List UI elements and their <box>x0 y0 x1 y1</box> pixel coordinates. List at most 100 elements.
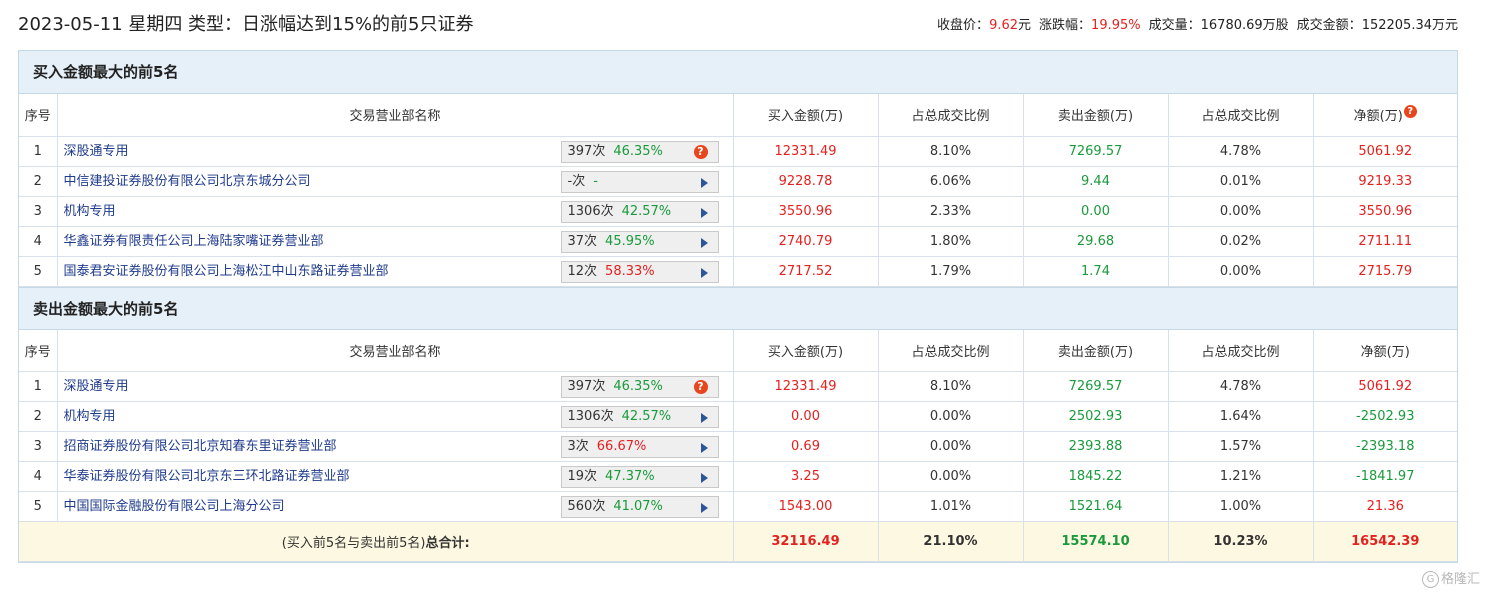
help-icon[interactable]: ? <box>1403 105 1417 119</box>
branch-stats-dropdown[interactable]: 397次 46.35%? <box>560 376 719 398</box>
sell-ratio: 1.00% <box>1167 491 1314 522</box>
branch-name-link[interactable]: 深股通专用 <box>64 375 129 394</box>
sell-ratio: 1.21% <box>1167 461 1314 492</box>
sell-amount: 1521.64 <box>1022 491 1169 522</box>
branch-cell: 招商证券股份有限公司北京知春东里证券营业部 3次 66.67% <box>56 431 734 462</box>
branch-name-link[interactable]: 中国国际金融股份有限公司上海分公司 <box>64 495 285 514</box>
expand-arrow-icon[interactable] <box>700 503 708 513</box>
col-branch-name: 交易营业部名称 <box>56 94 734 137</box>
branch-stats-dropdown[interactable]: 3次 66.67% <box>560 436 719 458</box>
help-icon[interactable]: ? <box>693 144 708 159</box>
buy-amount: 12331.49 <box>732 135 879 167</box>
win-rate: 45.95% <box>605 233 655 249</box>
branch-name-link[interactable]: 中信建投证券股份有限公司北京东城分公司 <box>64 170 311 189</box>
table-row: 5 中国国际金融股份有限公司上海分公司 560次 41.07% 1543.00 1.01%… <box>19 491 1457 522</box>
change-value: 19.95% <box>1091 18 1141 33</box>
buy-amount: 9228.78 <box>732 165 879 197</box>
stock-stats: 收盘价：9.62元 涨跌幅：19.95% 成交量：16780.69万股 成交金额：15… <box>937 14 1458 33</box>
branch-name-link[interactable]: 招商证券股份有限公司北京知春东里证券营业部 <box>64 435 337 454</box>
branch-cell: 中信建投证券股份有限公司北京东城分公司 -次 - <box>56 165 734 197</box>
expand-arrow-icon[interactable] <box>700 207 708 218</box>
total-buy-ratio: 21.10% <box>877 521 1024 562</box>
branch-cell: 中国国际金融股份有限公司上海分公司 560次 41.07% <box>56 491 734 522</box>
branch-cell: 深股通专用 397次 46.35%? <box>56 371 734 402</box>
row-seq: 4 <box>19 461 58 492</box>
branch-name-link[interactable]: 深股通专用 <box>64 140 129 159</box>
total-label-bold: 总合计: <box>425 536 470 551</box>
win-rate: 46.35% <box>613 143 663 159</box>
sell-amount: 1845.22 <box>1022 461 1169 492</box>
appear-count: 1306次 <box>567 203 614 219</box>
sell-table: 序号 交易营业部名称 买入金额(万) 占总成交比例 卖出金额(万) 占总成交比例… <box>19 329 1457 562</box>
buy-amount: 2740.79 <box>732 225 879 257</box>
sell-section-title: 卖出金额最大的前5名 <box>19 286 1457 330</box>
buy-ratio: 8.10% <box>877 135 1024 167</box>
row-seq: 3 <box>19 195 58 227</box>
buy-ratio: 2.33% <box>877 195 1024 227</box>
branch-stats-dropdown[interactable]: -次 - <box>560 170 719 193</box>
sell-amount: 9.44 <box>1022 165 1169 197</box>
sell-ratio: 0.00% <box>1167 195 1314 227</box>
branch-stats-dropdown[interactable]: 37次 45.95% <box>560 230 719 253</box>
buy-amount: 1543.00 <box>732 491 879 522</box>
buy-section-title: 买入金额最大的前5名 <box>19 51 1457 94</box>
branch-name-link[interactable]: 国泰君安证券股份有限公司上海松江中山东路证券营业部 <box>64 260 389 279</box>
table-row: 2 中信建投证券股份有限公司北京东城分公司 -次 - 9228.78 6.06% 9.44 0… <box>19 165 1457 197</box>
buy-table-header: 序号 交易营业部名称 买入金额(万) 占总成交比例 卖出金额(万) 占总成交比例… <box>19 94 1457 137</box>
appear-count: 1306次 <box>567 409 614 424</box>
buy-ratio: 6.06% <box>877 165 1024 197</box>
col-buy-amount: 买入金额(万) <box>732 94 879 137</box>
win-rate: 42.57% <box>621 203 672 219</box>
branch-name-link[interactable]: 华泰证券股份有限公司北京东三环北路证券营业部 <box>64 465 350 484</box>
total-row: (买入前5名与卖出前5名)总合计: 32116.49 21.10% 15574.… <box>19 521 1457 562</box>
branch-stats-dropdown[interactable]: 1306次 42.57% <box>560 200 719 223</box>
buy-amount: 3.25 <box>732 461 879 492</box>
branch-stats-dropdown[interactable]: 19次 47.37% <box>560 466 719 488</box>
expand-arrow-icon[interactable] <box>700 177 708 188</box>
row-seq: 5 <box>19 255 58 287</box>
col-buy-ratio: 占总成交比例 <box>877 94 1024 137</box>
sell-ratio: 4.78% <box>1167 371 1314 402</box>
total-label: (买入前5名与卖出前5名)总合计: <box>19 521 734 562</box>
branch-cell: 华泰证券股份有限公司北京东三环北路证券营业部 19次 47.37% <box>56 461 734 492</box>
help-icon[interactable]: ? <box>693 380 708 394</box>
amount-value: 152205.34万元 <box>1361 18 1458 33</box>
dragon-tiger-table: 买入金额最大的前5名 序号 交易营业部名称 买入金额(万) 占总成交比例 卖出金… <box>18 50 1458 563</box>
change-label: 涨跌幅： <box>1039 18 1092 33</box>
expand-arrow-icon[interactable] <box>700 473 708 483</box>
win-rate: 46.35% <box>613 379 663 394</box>
row-seq: 2 <box>19 401 58 432</box>
branch-name-link[interactable]: 机构专用 <box>64 200 116 219</box>
total-net: 16542.39 <box>1312 521 1457 562</box>
branch-stats-dropdown[interactable]: 560次 41.07% <box>560 496 719 518</box>
col-net-amount: 净额(万) <box>1312 329 1457 372</box>
net-amount: 9219.33 <box>1312 165 1457 197</box>
table-row: 3 机构专用 1306次 42.57% 3550.96 2.33% 0.00 0.00% 355… <box>19 195 1457 227</box>
net-amount: 5061.92 <box>1312 371 1457 402</box>
table-row: 1 深股通专用 397次 46.35%? 12331.49 8.10% 7269.57 4.7… <box>19 135 1457 167</box>
branch-name-link[interactable]: 机构专用 <box>64 405 116 424</box>
sell-amount: 7269.57 <box>1022 371 1169 402</box>
net-amount: 2715.79 <box>1312 255 1457 287</box>
expand-arrow-icon[interactable] <box>700 267 708 278</box>
branch-stats-dropdown[interactable]: 397次 46.35%? <box>560 140 719 163</box>
buy-amount: 0.00 <box>732 401 879 432</box>
close-price-value: 9.62 <box>989 18 1019 33</box>
expand-arrow-icon[interactable] <box>700 443 708 453</box>
col-sell-amount: 卖出金额(万) <box>1022 329 1169 372</box>
sell-ratio: 4.78% <box>1167 135 1314 167</box>
net-amount: 21.36 <box>1312 491 1457 522</box>
branch-name-link[interactable]: 华鑫证券有限责任公司上海陆家嘴证券营业部 <box>64 230 324 249</box>
branch-stats-dropdown[interactable]: 1306次 42.57% <box>560 406 719 428</box>
sell-table-header: 序号 交易营业部名称 买入金额(万) 占总成交比例 卖出金额(万) 占总成交比例… <box>19 329 1457 372</box>
logo-text: 格隆汇 <box>1440 572 1480 587</box>
net-amount: 5061.92 <box>1312 135 1457 167</box>
expand-arrow-icon[interactable] <box>700 413 708 423</box>
win-rate: 47.37% <box>605 469 655 484</box>
expand-arrow-icon[interactable] <box>700 237 708 248</box>
sell-ratio: 0.00% <box>1167 255 1314 287</box>
branch-stats-dropdown[interactable]: 12次 58.33% <box>560 260 719 283</box>
table-row: 3 招商证券股份有限公司北京知春东里证券营业部 3次 66.67% 0.69 0.00% 2… <box>19 431 1457 462</box>
volume-value: 16780.69万股 <box>1200 18 1289 33</box>
buy-amount: 0.69 <box>732 431 879 462</box>
